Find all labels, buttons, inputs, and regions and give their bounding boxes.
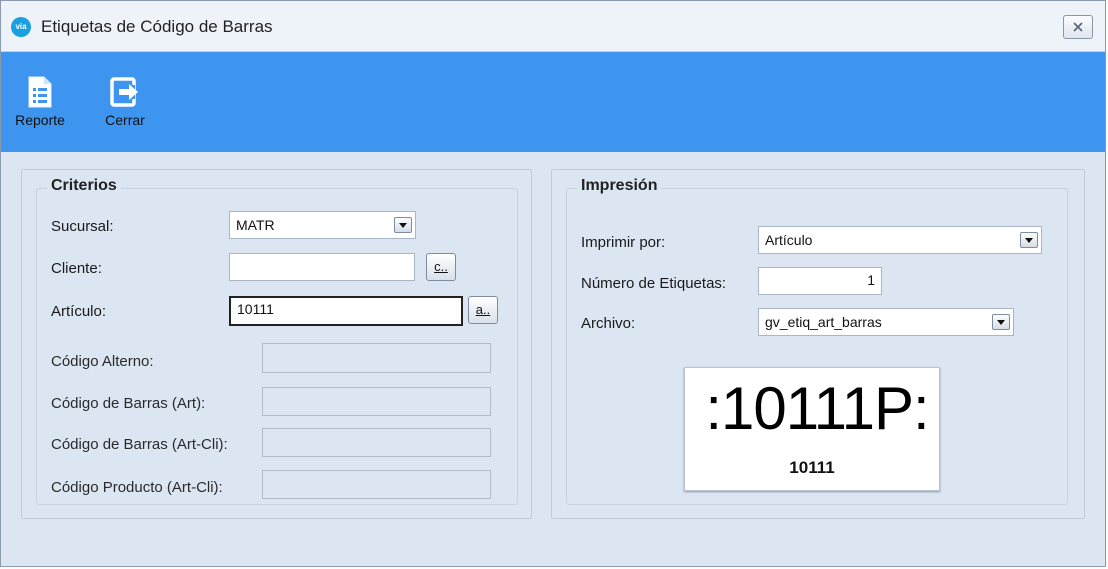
imprimir-por-dropdown[interactable]: Artículo — [758, 226, 1042, 254]
report-button[interactable]: Reporte — [7, 76, 73, 146]
sucursal-label: Sucursal: — [51, 218, 114, 235]
main-window: via Etiquetas de Código de Barras Report… — [0, 0, 1106, 567]
close-window-button[interactable] — [1063, 15, 1093, 39]
codigo-producto-label: Código Producto (Art-Cli): — [51, 479, 223, 496]
chevron-down-icon[interactable] — [1020, 232, 1038, 248]
imprimir-por-value: Artículo — [765, 232, 813, 248]
articulo-label: Artículo: — [51, 303, 107, 320]
codigo-barras-art-cli-field — [262, 428, 491, 457]
chevron-down-icon[interactable] — [394, 217, 412, 233]
cliente-input[interactable] — [229, 253, 415, 281]
sucursal-dropdown[interactable]: MATR — [229, 211, 416, 239]
close-button[interactable]: Cerrar — [92, 76, 158, 146]
articulo-lookup-button[interactable]: a.. — [468, 296, 498, 324]
title-bar: via Etiquetas de Código de Barras — [1, 1, 1105, 52]
codigo-alterno-field — [262, 343, 491, 373]
codigo-alterno-label: Código Alterno: — [51, 353, 154, 370]
numero-etiquetas-input[interactable]: 1 — [758, 267, 882, 295]
close-label: Cerrar — [105, 112, 145, 128]
app-logo-icon: via — [11, 17, 31, 37]
codigo-barras-art-label: Código de Barras (Art): — [51, 395, 206, 412]
cliente-lookup-button[interactable]: c.. — [426, 253, 456, 281]
chevron-down-icon[interactable] — [992, 314, 1010, 330]
criterios-title: Criterios — [47, 177, 121, 195]
barcode-text: :10111P: — [705, 375, 929, 442]
articulo-input[interactable]: 10111 — [229, 296, 463, 326]
exit-icon — [110, 77, 138, 107]
window-title: Etiquetas de Código de Barras — [41, 17, 273, 36]
content-area: Criterios Sucursal: MATR Cliente: c.. Ar… — [1, 152, 1105, 566]
criterios-panel: Criterios Sucursal: MATR Cliente: c.. Ar… — [21, 169, 532, 519]
archivo-dropdown[interactable]: gv_etiq_art_barras — [758, 308, 1014, 336]
barcode-caption: 10111 — [789, 458, 835, 477]
numero-etiquetas-label: Número de Etiquetas: — [581, 275, 727, 292]
close-icon — [1073, 22, 1083, 32]
archivo-value: gv_etiq_art_barras — [765, 314, 882, 330]
sucursal-value: MATR — [236, 217, 275, 233]
toolbar: Reporte Cerrar — [1, 52, 1105, 152]
archivo-label: Archivo: — [581, 315, 636, 332]
barcode-preview: :10111P: 10111 — [684, 367, 940, 491]
codigo-barras-art-cli-label: Código de Barras (Art-Cli): — [51, 436, 228, 453]
report-label: Reporte — [15, 112, 65, 128]
codigo-producto-field — [262, 470, 491, 499]
imprimir-por-label: Imprimir por: — [581, 234, 666, 251]
report-document-icon — [28, 76, 52, 108]
codigo-barras-art-field — [262, 387, 491, 416]
impresion-title: Impresión — [577, 177, 662, 195]
cliente-label: Cliente: — [51, 260, 102, 277]
